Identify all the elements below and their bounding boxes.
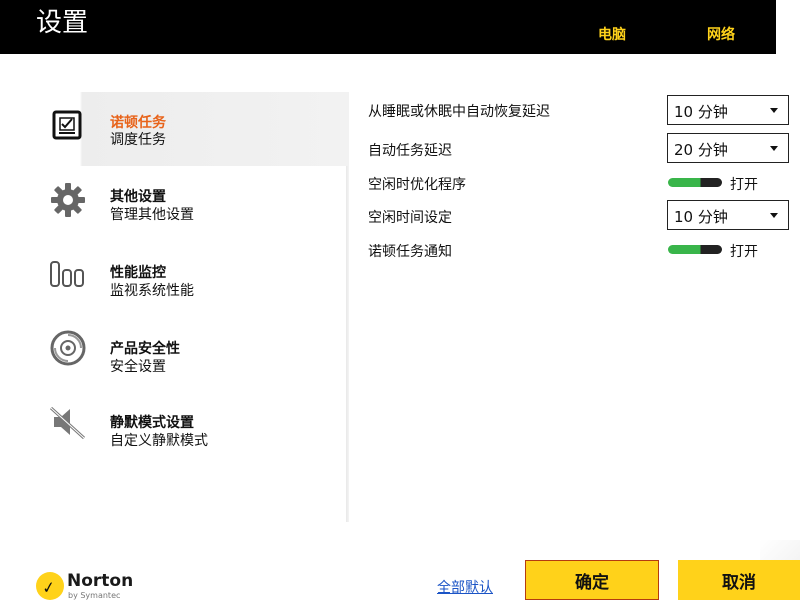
setting-label-task-notify: 诺顿任务通知 bbox=[368, 244, 452, 260]
sidebar-item-title: 其他设置 bbox=[110, 189, 166, 205]
sidebar-item-product-security[interactable]: 产品安全性 安全设置 bbox=[0, 314, 348, 388]
sidebar-item-subtitle: 管理其他设置 bbox=[110, 207, 194, 223]
mute-speaker-icon bbox=[46, 400, 90, 444]
sidebar-item-performance[interactable]: 性能监控 监视系统性能 bbox=[0, 240, 348, 314]
title-bar: 设置 电脑 网络 bbox=[0, 0, 776, 54]
setting-label-idle-optimize: 空闲时优化程序 bbox=[368, 177, 466, 193]
sidebar-item-subtitle: 自定义静默模式 bbox=[110, 433, 208, 449]
tab-pc[interactable]: 电脑 bbox=[598, 24, 626, 44]
task-checkbox-icon bbox=[46, 104, 90, 148]
restore-defaults-link[interactable]: 全部默认 bbox=[437, 577, 493, 597]
chevron-down-icon bbox=[770, 213, 778, 218]
sidebar-item-silent-mode[interactable]: 静默模式设置 自定义静默模式 bbox=[0, 388, 348, 462]
setting-label-auto-task-delay: 自动任务延迟 bbox=[368, 143, 452, 159]
idle-time-dropdown[interactable]: 10 分钟 bbox=[667, 200, 789, 230]
header-gap bbox=[776, 0, 800, 54]
norton-logo: ✓ Norton by Symantec bbox=[36, 570, 136, 600]
dropdown-value: 10 分钟 bbox=[674, 208, 728, 226]
norton-logo-name: Norton bbox=[67, 571, 134, 591]
sidebar-item-title: 产品安全性 bbox=[110, 341, 180, 357]
sidebar-item-subtitle: 安全设置 bbox=[110, 359, 166, 375]
sidebar-item-other-settings[interactable]: 其他设置 管理其他设置 bbox=[0, 166, 348, 240]
performance-bars-icon bbox=[46, 252, 90, 296]
auto-task-delay-dropdown[interactable]: 20 分钟 bbox=[667, 133, 789, 163]
setting-label-idle-time: 空闲时间设定 bbox=[368, 210, 452, 226]
window-title: 设置 bbox=[36, 8, 89, 38]
sidebar-item-title: 静默模式设置 bbox=[110, 415, 194, 431]
sidebar-item-subtitle: 监视系统性能 bbox=[110, 283, 194, 299]
gear-icon bbox=[46, 178, 90, 222]
chevron-down-icon bbox=[770, 108, 778, 113]
dropdown-value: 20 分钟 bbox=[674, 141, 728, 159]
norton-checkmark-icon: ✓ bbox=[36, 572, 64, 600]
sidebar-item-subtitle: 调度任务 bbox=[110, 132, 166, 148]
idle-optimize-toggle-state: 打开 bbox=[730, 177, 758, 193]
sidebar-item-title: 性能监控 bbox=[110, 265, 166, 281]
tab-network[interactable]: 网络 bbox=[707, 24, 735, 44]
idle-optimize-toggle[interactable] bbox=[668, 178, 722, 187]
task-notify-toggle[interactable] bbox=[668, 245, 722, 254]
sidebar-item-norton-tasks[interactable]: 诺顿任务 调度任务 bbox=[0, 92, 348, 166]
norton-logo-sub: by Symantec bbox=[68, 591, 121, 600]
dropdown-value: 10 分钟 bbox=[674, 103, 728, 121]
resume-delay-dropdown[interactable]: 10 分钟 bbox=[667, 95, 789, 125]
task-notify-toggle-state: 打开 bbox=[730, 244, 758, 260]
ok-button[interactable]: 确定 bbox=[525, 560, 659, 600]
chevron-down-icon bbox=[770, 146, 778, 151]
cancel-button[interactable]: 取消 bbox=[678, 560, 800, 600]
setting-label-resume-delay: 从睡眠或休眠中自动恢复延迟 bbox=[368, 104, 550, 120]
disc-security-icon bbox=[46, 326, 90, 370]
